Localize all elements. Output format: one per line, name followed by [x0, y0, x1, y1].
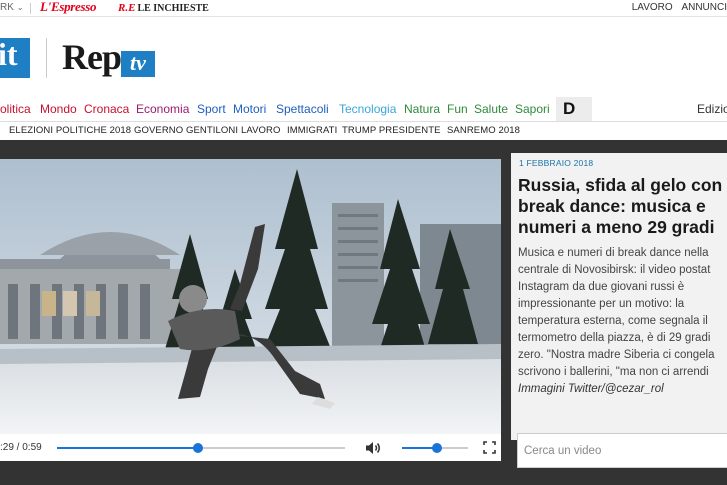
article-body-line: centrale di Novosibirsk: il video postat	[518, 264, 711, 276]
section-link-natura[interactable]: Natura	[404, 98, 440, 120]
article-title[interactable]: Russia, sfida al gelo con break dance: m…	[518, 175, 727, 238]
topic-link[interactable]: LAVORO	[241, 122, 281, 140]
edizioni-menu[interactable]: Edizio	[697, 98, 727, 120]
top-bar-links: LAVORO ANNUNCI	[626, 0, 727, 16]
espresso-logo[interactable]: L'Espresso	[40, 0, 97, 15]
article-title-line: break dance: musica e	[518, 196, 706, 216]
tv-logo[interactable]: tv	[121, 51, 155, 77]
progress-handle[interactable]	[193, 443, 204, 453]
player-controls: :29 / 0:59	[0, 434, 501, 461]
article-credit: Immagini Twitter/@cezar_rol	[518, 383, 664, 395]
article-date: 1 FEBBRAIO 2018	[519, 158, 594, 168]
article-title-line: Russia, sfida al gelo con	[518, 175, 723, 195]
progress-fill	[57, 447, 199, 449]
progress-bar[interactable]	[57, 443, 345, 453]
hot-topics-bar: ELEZIONI POLITICHE 2018 GOVERNO GENTILONI…	[0, 121, 727, 139]
section-link-economia[interactable]: Economia	[136, 98, 189, 120]
video-article-panel: 1 FEBBRAIO 2018 Russia, sfida al gelo co…	[511, 153, 727, 440]
section-link-mondo[interactable]: Mondo	[40, 98, 77, 120]
article-body-line: Instagram da due giovani russi è	[518, 281, 685, 293]
top-bar-divider	[30, 3, 31, 14]
top-bar: RK ⌄ L'Espresso R.E LE INCHIESTE LAVORO AN…	[0, 0, 727, 17]
article-body-line: Musica e numeri di break dance nella	[518, 247, 709, 259]
article-body-line: zero. "Nostra madre Siberia ci congela	[518, 349, 715, 361]
inchieste-logo-prefix: R.E	[118, 2, 136, 14]
topic-link[interactable]: ELEZIONI POLITICHE 2018	[9, 122, 131, 140]
inchieste-logo[interactable]: R.E LE INCHIESTE	[118, 0, 209, 17]
inchieste-logo-text: LE INCHIESTE	[137, 3, 209, 14]
article-body-line: impressionante per un motivo: la	[518, 298, 685, 310]
article-body-line: temperatura esterna, come segnala il	[518, 315, 708, 327]
topic-link[interactable]: GOVERNO GENTILONI	[134, 122, 238, 140]
section-link-salute[interactable]: Salute	[474, 98, 508, 120]
network-menu[interactable]: RK ⌄	[0, 0, 24, 16]
video-search-input[interactable]	[517, 433, 727, 468]
video-frame	[0, 159, 501, 434]
section-link-sport[interactable]: Sport	[197, 98, 226, 120]
section-link-spettacoli[interactable]: Spettacoli	[276, 98, 329, 120]
section-link-motori[interactable]: Motori	[233, 98, 266, 120]
section-link-olitica[interactable]: olitica	[0, 98, 31, 120]
video-player[interactable]	[0, 159, 501, 434]
rep-logo[interactable]: Rep	[62, 36, 122, 78]
player-time: :29 / 0:59	[0, 442, 42, 453]
section-nav: olitica Mondo Cronaca Economia Sport Motori Sp…	[0, 98, 727, 120]
fullscreen-icon[interactable]	[483, 441, 496, 454]
masthead-divider	[46, 38, 47, 78]
section-link-fun[interactable]: Fun	[447, 98, 468, 120]
article-body: Musica e numeri di break dance nella cen…	[518, 245, 727, 381]
it-logo[interactable]: it	[0, 36, 18, 73]
section-link-tecnologia[interactable]: Tecnologia	[339, 98, 396, 120]
topic-link[interactable]: SANREMO 2018	[447, 122, 520, 140]
topic-link[interactable]: TRUMP PRESIDENTE	[342, 122, 441, 140]
article-body-line: scrivono i ballerini, "ma non ci arrendi	[518, 366, 709, 378]
article-title-line: numeri a meno 29 gradi	[518, 217, 715, 237]
chevron-down-icon: ⌄	[16, 3, 24, 12]
network-menu-label: RK	[0, 2, 14, 13]
article-body-line: termometro della piazza, è di 29 gradi	[518, 332, 711, 344]
topic-link[interactable]: IMMIGRATI	[287, 122, 337, 140]
volume-handle[interactable]	[431, 443, 442, 453]
section-link-sapori[interactable]: Sapori	[515, 98, 550, 120]
section-link-cronaca[interactable]: Cronaca	[84, 98, 129, 120]
section-d-button[interactable]: D	[556, 97, 592, 121]
top-link-annunci[interactable]: ANNUNCI	[681, 2, 727, 13]
top-link-lavoro[interactable]: LAVORO	[632, 2, 673, 13]
volume-slider[interactable]	[402, 443, 468, 453]
volume-icon[interactable]	[365, 441, 381, 455]
